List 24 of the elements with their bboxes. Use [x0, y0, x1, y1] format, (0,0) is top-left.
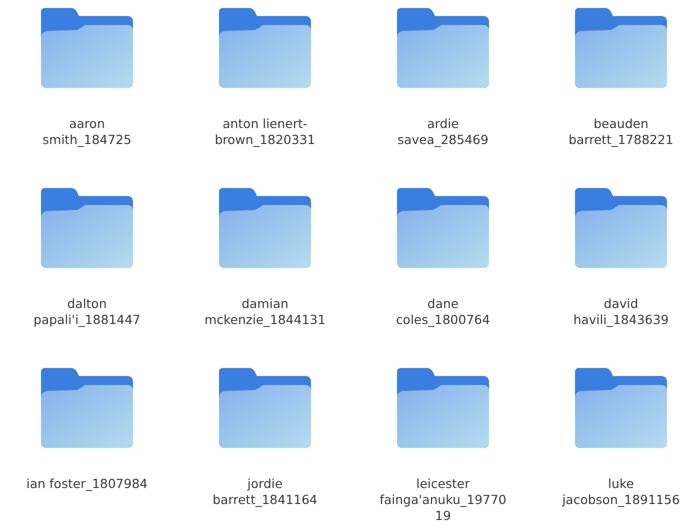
folder-name[interactable]: anton lienert- brown_1820331 [214, 116, 316, 148]
folder-name[interactable]: dalton papali'i_1881447 [34, 296, 140, 328]
folder-name[interactable]: luke jacobson_1891156 [562, 476, 680, 508]
folder-name[interactable]: david havili_1843639 [573, 296, 669, 328]
folder-icon[interactable] [575, 188, 667, 268]
folder-icon[interactable] [397, 8, 489, 88]
folder-name[interactable]: dane coles_1800764 [396, 296, 490, 328]
folder-icon[interactable] [397, 188, 489, 268]
folder-icon[interactable] [575, 8, 667, 88]
folder-name[interactable]: leicester fainga'anuku_19770 19 [380, 476, 506, 524]
folder-name[interactable]: ardie savea_285469 [398, 116, 488, 148]
folder-icon[interactable] [219, 368, 311, 448]
folder-icon[interactable] [575, 368, 667, 448]
folder-icon[interactable] [41, 368, 133, 448]
folder-icon[interactable] [219, 8, 311, 88]
folder-name[interactable]: jordie barrett_1841164 [212, 476, 318, 508]
folder-name[interactable]: beauden barrett_1788221 [568, 116, 674, 148]
folder-name[interactable]: aaron smith_184725 [42, 116, 132, 148]
folder-icon[interactable] [41, 8, 133, 88]
folder-name[interactable]: damian mckenzie_1844131 [204, 296, 326, 328]
folder-icon[interactable] [397, 368, 489, 448]
folder-icon[interactable] [41, 188, 133, 268]
folder-icon[interactable] [219, 188, 311, 268]
folder-name[interactable]: ian foster_1807984 [26, 476, 148, 492]
